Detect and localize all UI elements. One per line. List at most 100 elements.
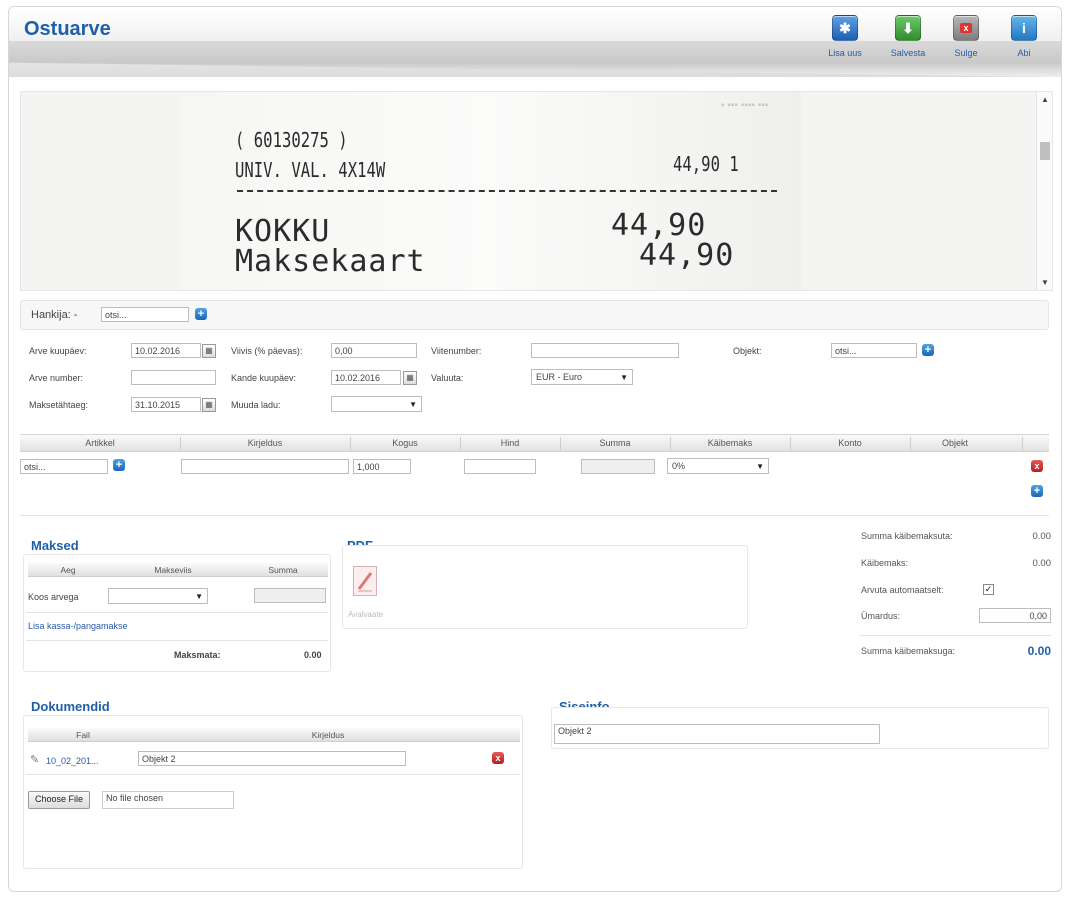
preview-scrollbar[interactable]: ▲ ▼ bbox=[1036, 92, 1052, 290]
warehouse-label: Muuda ladu: bbox=[231, 400, 281, 410]
row-price-input[interactable] bbox=[464, 459, 536, 474]
reference-label: Viitenumber: bbox=[431, 346, 482, 356]
documents-header: Fail Kirjeldus bbox=[28, 728, 520, 742]
currency-select[interactable]: EUR - Euro ▼ bbox=[531, 369, 633, 385]
payment-method-select[interactable]: ▼ bbox=[108, 588, 208, 604]
siseinfo-panel: Objekt 2 bbox=[551, 707, 1049, 749]
article-search-input[interactable] bbox=[20, 459, 108, 474]
horizontal-rule bbox=[26, 612, 328, 613]
currency-value: EUR - Euro bbox=[536, 372, 583, 382]
documents-panel: Fail Kirjeldus ✎ 10_02_201... x Choose F… bbox=[23, 715, 523, 869]
receipt-payment-value: 44,90 bbox=[639, 238, 735, 273]
receipt-item: UNIV. VAL. 4X14W bbox=[235, 158, 386, 182]
invoice-number-label: Arve number: bbox=[29, 373, 84, 383]
invoice-date-label: Arve kuupäev: bbox=[29, 346, 87, 356]
scroll-thumb[interactable] bbox=[1040, 142, 1050, 160]
receipt-code: ( 60130275 ) bbox=[235, 128, 348, 152]
chevron-down-icon: ▼ bbox=[409, 400, 417, 409]
faded-text: ▪ ▪▪▪ ▪▪▪▪ ▪▪▪ bbox=[721, 100, 769, 111]
siseinfo-textarea[interactable]: Objekt 2 bbox=[554, 724, 880, 744]
supplier-bar: Hankija: - + bbox=[20, 300, 1049, 330]
invoice-date-input[interactable] bbox=[131, 343, 201, 358]
receipt-divider bbox=[237, 190, 777, 192]
warehouse-select[interactable]: ▼ bbox=[331, 396, 422, 412]
add-new-label: Lisa uus bbox=[828, 48, 862, 58]
entry-date-input[interactable] bbox=[331, 370, 401, 385]
items-grid-header: Artikkel Kirjeldus Kogus Hind Summa Käib… bbox=[20, 434, 1049, 452]
reference-input[interactable] bbox=[531, 343, 679, 358]
separator bbox=[1022, 437, 1023, 451]
vat-total-value: 0.00 bbox=[1032, 558, 1052, 569]
col-vat: Käibemaks bbox=[707, 438, 753, 448]
close-label: Sulge bbox=[954, 48, 978, 58]
entry-date-calendar-icon[interactable]: ▦ bbox=[403, 371, 417, 385]
chevron-down-icon: ▼ bbox=[195, 592, 203, 601]
col-quantity: Kogus bbox=[392, 438, 418, 448]
vat-total-label: Käibemaks: bbox=[861, 558, 909, 568]
unpaid-value: 0.00 bbox=[304, 650, 322, 660]
info-icon: i bbox=[1011, 15, 1037, 41]
documents-col-file: Fail bbox=[76, 730, 90, 740]
rounding-input[interactable] bbox=[979, 608, 1051, 623]
auto-calc-checkbox[interactable]: ✓ bbox=[983, 584, 994, 595]
save-icon: ⬇ bbox=[895, 15, 921, 41]
add-payment-link[interactable]: Lisa kassa-/pangamakse bbox=[28, 621, 128, 631]
invoice-date-calendar-icon[interactable]: ▦ bbox=[202, 344, 216, 358]
net-total-label: Summa käibemaksuta: bbox=[861, 531, 953, 541]
chevron-down-icon: ▼ bbox=[620, 373, 628, 382]
gross-total-value: 0.00 bbox=[1027, 644, 1051, 658]
close-button[interactable]: x Sulge bbox=[939, 15, 993, 58]
add-object-icon[interactable]: + bbox=[922, 344, 934, 356]
due-date-calendar-icon[interactable]: ▦ bbox=[202, 398, 216, 412]
scroll-up-icon[interactable]: ▲ bbox=[1041, 95, 1049, 104]
save-button[interactable]: ⬇ Salvesta bbox=[881, 15, 935, 58]
chevron-down-icon: ▼ bbox=[756, 462, 764, 471]
horizontal-rule bbox=[26, 774, 520, 775]
payments-col-method: Makseviis bbox=[154, 565, 192, 575]
delete-document-icon[interactable]: x bbox=[492, 752, 504, 764]
col-sum: Summa bbox=[599, 438, 631, 448]
help-label: Abi bbox=[1017, 48, 1031, 58]
penalty-label: Viivis (% päevas): bbox=[231, 346, 303, 356]
currency-label: Valuuta: bbox=[431, 373, 464, 383]
payments-panel: Aeg Makseviis Summa Koos arvega ▼ Lisa k… bbox=[23, 554, 331, 672]
help-button[interactable]: i Abi bbox=[997, 15, 1051, 58]
delete-row-icon[interactable]: x bbox=[1031, 460, 1043, 472]
col-description: Kirjeldus bbox=[247, 438, 283, 448]
auto-calc-label: Arvuta automaatselt: bbox=[861, 585, 944, 595]
col-price: Hind bbox=[500, 438, 520, 448]
payments-col-sum: Summa bbox=[268, 565, 298, 575]
document-description-input[interactable] bbox=[138, 751, 406, 766]
add-new-button[interactable]: ✱ Lisa uus bbox=[818, 15, 872, 58]
entry-date-label: Kande kuupäev: bbox=[231, 373, 297, 383]
row-sum-input bbox=[581, 459, 655, 474]
page-title: Ostuarve bbox=[24, 18, 111, 40]
attachment-icon: ✎ bbox=[30, 754, 40, 766]
row-vat-select[interactable]: 0% ▼ bbox=[667, 458, 769, 474]
receipt-payment-label: Maksekaart bbox=[235, 244, 426, 279]
object-search-input[interactable] bbox=[831, 343, 917, 358]
object-label: Objekt: bbox=[733, 346, 762, 356]
row-quantity-input[interactable] bbox=[353, 459, 411, 474]
receipt-preview[interactable]: ▪ ▪▪▪ ▪▪▪▪ ▪▪▪ ( 60130275 ) UNIV. VAL. 4… bbox=[20, 91, 1053, 291]
close-icon: x bbox=[953, 15, 979, 41]
scroll-down-icon[interactable]: ▼ bbox=[1041, 278, 1049, 287]
pdf-icon[interactable] bbox=[353, 566, 377, 596]
document-file-link[interactable]: 10_02_201... bbox=[46, 756, 99, 766]
penalty-input[interactable] bbox=[331, 343, 417, 358]
invoice-number-input[interactable] bbox=[131, 370, 216, 385]
net-total-value: 0.00 bbox=[1032, 531, 1052, 542]
choose-file-button[interactable]: Choose File bbox=[28, 791, 91, 809]
payments-col-time: Aeg bbox=[60, 565, 76, 575]
add-row-icon[interactable]: + bbox=[1031, 485, 1043, 497]
save-label: Salvesta bbox=[890, 48, 926, 58]
add-article-icon[interactable]: + bbox=[113, 459, 125, 471]
app-window: Ostuarve ✱ Lisa uus ⬇ Salvesta x Sulge i… bbox=[8, 6, 1062, 892]
supplier-search-input[interactable] bbox=[101, 307, 189, 322]
due-date-label: Maksetähtaeg: bbox=[29, 400, 89, 410]
payments-title: Maksed bbox=[31, 538, 79, 553]
add-supplier-icon[interactable]: + bbox=[195, 308, 207, 320]
due-date-input[interactable] bbox=[131, 397, 201, 412]
row-description-input[interactable] bbox=[181, 459, 349, 474]
col-object: Objekt bbox=[941, 438, 968, 448]
